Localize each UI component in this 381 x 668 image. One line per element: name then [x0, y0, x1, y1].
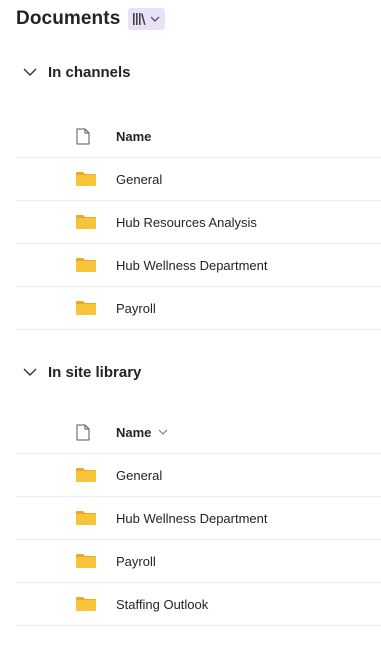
page-title: Documents	[16, 8, 121, 29]
folder-name[interactable]: Payroll	[116, 301, 156, 316]
section-header[interactable]: In channels	[16, 60, 381, 84]
folder-icon	[76, 201, 96, 243]
name-column-header[interactable]: Name	[116, 129, 151, 144]
list-item[interactable]: Payroll	[16, 540, 381, 583]
list-item[interactable]: Payroll	[16, 287, 381, 330]
list-item[interactable]: General	[16, 158, 381, 201]
list-item[interactable]: Hub Wellness Department	[16, 244, 381, 287]
chevron-down-icon	[23, 368, 37, 376]
folder-icon	[76, 497, 96, 539]
folder-name[interactable]: Hub Resources Analysis	[116, 215, 257, 230]
folder-name[interactable]: General	[116, 172, 162, 187]
folder-icon	[76, 454, 96, 496]
page-header: Documents	[16, 8, 166, 30]
list-item[interactable]: Hub Wellness Department	[16, 497, 381, 540]
folder-name[interactable]: Hub Wellness Department	[116, 511, 268, 526]
library-icon	[133, 13, 146, 25]
document-icon	[76, 424, 90, 440]
folder-name[interactable]: Hub Wellness Department	[116, 258, 268, 273]
name-column-header[interactable]: Name	[116, 425, 169, 440]
list-item[interactable]: General	[16, 454, 381, 497]
section-title: In channels	[48, 63, 131, 81]
folder-icon	[76, 583, 96, 625]
chevron-down-icon	[150, 16, 160, 22]
column-header-row: Name	[16, 115, 381, 158]
folder-icon	[76, 540, 96, 582]
column-header-row: Name	[16, 411, 381, 454]
folder-name[interactable]: General	[116, 468, 162, 483]
chevron-down-icon	[23, 68, 37, 76]
section-in-channels: In channels Name General Hub Resources A…	[16, 60, 381, 330]
document-icon	[76, 128, 90, 144]
section-header[interactable]: In site library	[16, 360, 381, 384]
chevron-down-icon	[159, 429, 168, 435]
section-in-site-library: In site library Name General Hub Wellnes…	[16, 360, 381, 626]
name-column-label: Name	[116, 424, 152, 440]
file-type-column-header[interactable]	[76, 411, 90, 453]
section-title: In site library	[48, 363, 142, 381]
folder-name[interactable]: Payroll	[116, 554, 156, 569]
folder-icon	[76, 244, 96, 286]
name-column-label: Name	[116, 128, 152, 144]
list-item[interactable]: Hub Resources Analysis	[16, 201, 381, 244]
folder-icon	[76, 158, 96, 200]
library-view-button[interactable]	[128, 8, 166, 30]
folder-icon	[76, 287, 96, 329]
file-type-column-header[interactable]	[76, 115, 90, 157]
list-item[interactable]: Staffing Outlook	[16, 583, 381, 626]
folder-name[interactable]: Staffing Outlook	[116, 597, 208, 612]
